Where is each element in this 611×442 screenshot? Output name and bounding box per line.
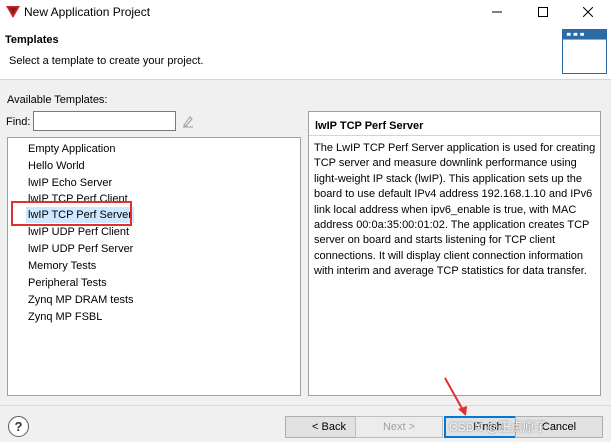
help-button[interactable]: ? [8, 416, 29, 437]
app-logo-icon [6, 6, 20, 18]
list-item-selected[interactable]: lwIP TCP Perf Server [26, 207, 134, 223]
list-item[interactable]: lwIP Echo Server [26, 175, 114, 191]
next-button[interactable]: Next > [355, 416, 443, 438]
clear-filter-icon[interactable] [181, 114, 195, 128]
find-label: Find: [6, 116, 31, 128]
list-item[interactable]: Empty Application [26, 141, 117, 157]
close-icon [583, 7, 593, 17]
wizard-banner-icon [562, 29, 607, 74]
list-item[interactable]: Peripheral Tests [26, 275, 109, 291]
minimize-icon [492, 11, 502, 13]
help-icon: ? [14, 419, 23, 434]
templates-list[interactable]: Empty Application Hello World lwIP Echo … [7, 137, 301, 396]
wizard-header: Templates Select a template to create yo… [0, 24, 611, 80]
page-description: Select a template to create your project… [9, 55, 204, 67]
maximize-button[interactable] [520, 0, 566, 24]
list-item[interactable]: Memory Tests [26, 258, 98, 274]
list-item[interactable]: Zynq MP FSBL [26, 309, 104, 325]
template-description-panel: lwIP TCP Perf Server The LwIP TCP Perf S… [308, 111, 601, 396]
description-divider [309, 135, 600, 136]
description-text: The LwIP TCP Perf Server application is … [314, 142, 596, 278]
list-item[interactable]: lwIP UDP Perf Client [26, 224, 131, 240]
page-title: Templates [5, 34, 59, 46]
list-item[interactable]: lwIP UDP Perf Server [26, 241, 135, 257]
maximize-icon [538, 7, 548, 17]
footer-divider [0, 405, 611, 406]
find-input[interactable] [33, 111, 176, 131]
available-templates-label: Available Templates: [7, 94, 108, 106]
list-item[interactable]: Hello World [26, 158, 87, 174]
window-title: New Application Project [24, 5, 151, 19]
list-item[interactable]: lwIP TCP Perf Client [26, 191, 130, 207]
list-item[interactable]: Zynq MP DRAM tests [26, 292, 136, 308]
title-bar: New Application Project [0, 0, 611, 24]
minimize-button[interactable] [474, 0, 520, 24]
description-title: lwIP TCP Perf Server [315, 120, 424, 132]
cancel-button[interactable]: Cancel [515, 416, 603, 438]
close-button[interactable] [565, 0, 611, 24]
